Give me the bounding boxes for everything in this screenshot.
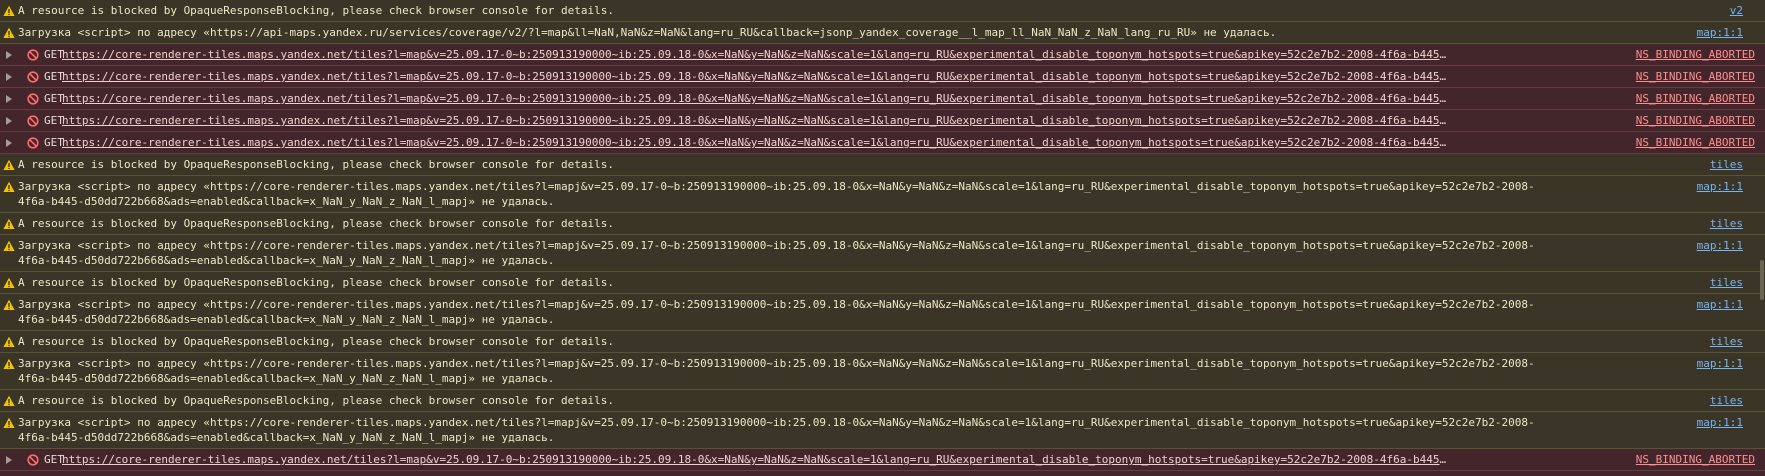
- blocked-icon: [27, 137, 39, 149]
- console-message-text: Загрузка <script> по адресу «https://cor…: [18, 416, 1535, 444]
- expand-arrow-icon[interactable]: [6, 456, 12, 464]
- request-status[interactable]: NS_BINDING_ABORTED: [1636, 69, 1755, 84]
- warning-icon: [3, 5, 15, 16]
- console-message-source-link[interactable]: map:1:1: [1697, 356, 1743, 371]
- warning-icon: [3, 395, 15, 406]
- request-method: GET: [44, 136, 64, 149]
- expand-arrow-icon[interactable]: [6, 73, 12, 81]
- console-message-text: Загрузка <script> по адресу «https://cor…: [18, 298, 1535, 326]
- console-warning-row[interactable]: Загрузка <script> по адресу «https://api…: [0, 22, 1765, 44]
- console-message-text: A resource is blocked by OpaqueResponseB…: [18, 276, 615, 289]
- blocked-icon: [27, 93, 39, 105]
- console-warning-row[interactable]: Загрузка <script> по адресу «https://cor…: [0, 412, 1765, 449]
- console-message-source-link[interactable]: tiles: [1710, 275, 1743, 290]
- request-status[interactable]: NS_BINDING_ABORTED: [1636, 91, 1755, 106]
- warning-icon: [3, 299, 15, 310]
- console-message-source-link[interactable]: tiles: [1710, 157, 1743, 172]
- console-message-source-link[interactable]: tiles: [1710, 216, 1743, 231]
- warning-icon: [3, 240, 15, 251]
- console-message-source-link[interactable]: map:1:1: [1697, 297, 1743, 312]
- console-message-source-link[interactable]: tiles: [1710, 334, 1743, 349]
- console-warning-row[interactable]: A resource is blocked by OpaqueResponseB…: [0, 390, 1765, 412]
- console-message-text: Загрузка <script> по адресу «https://cor…: [18, 357, 1535, 385]
- request-status[interactable]: NS_BINDING_ABORTED: [1636, 452, 1755, 467]
- console-message-source-link[interactable]: map:1:1: [1697, 238, 1743, 253]
- request-url-link[interactable]: https://core-renderer-tiles.maps.yandex.…: [62, 135, 1452, 150]
- request-method: GET: [44, 70, 64, 83]
- blocked-icon: [27, 454, 39, 466]
- console-message-text: A resource is blocked by OpaqueResponseB…: [18, 158, 615, 171]
- console-message-text: Загрузка <script> по адресу «https://cor…: [18, 239, 1535, 267]
- request-method: GET: [44, 453, 64, 466]
- console-warning-row[interactable]: Загрузка <script> по адресу «https://cor…: [0, 235, 1765, 272]
- warning-icon: [3, 336, 15, 347]
- console-message-text: A resource is blocked by OpaqueResponseB…: [18, 4, 615, 17]
- expand-arrow-icon[interactable]: [6, 139, 12, 147]
- console-scrollbar[interactable]: [1759, 0, 1765, 476]
- request-method: GET: [44, 114, 64, 127]
- console-warning-row[interactable]: A resource is blocked by OpaqueResponseB…: [0, 272, 1765, 294]
- console-warning-row[interactable]: A resource is blocked by OpaqueResponseB…: [0, 154, 1765, 176]
- request-status[interactable]: NS_BINDING_ABORTED: [1636, 135, 1755, 150]
- warning-icon: [3, 277, 15, 288]
- warning-icon: [3, 181, 15, 192]
- warning-icon: [3, 27, 15, 38]
- request-url-link[interactable]: https://core-renderer-tiles.maps.yandex.…: [62, 91, 1452, 106]
- warning-icon: [3, 218, 15, 229]
- console-message-list: A resource is blocked by OpaqueResponseB…: [0, 0, 1765, 476]
- console-network-row[interactable]: GEThttps://core-renderer-tiles.maps.yand…: [0, 110, 1765, 132]
- blocked-icon: [27, 71, 39, 83]
- console-network-row[interactable]: GEThttps://core-renderer-tiles.maps.yand…: [0, 449, 1765, 471]
- console-warning-row[interactable]: A resource is blocked by OpaqueResponseB…: [0, 213, 1765, 235]
- console-warning-row[interactable]: A resource is blocked by OpaqueResponseB…: [0, 331, 1765, 353]
- console-network-row[interactable]: GEThttps://core-renderer-tiles.maps.yand…: [0, 44, 1765, 66]
- request-status[interactable]: NS_BINDING_ABORTED: [1636, 113, 1755, 128]
- console-warning-row[interactable]: Загрузка <script> по адресу «https://cor…: [0, 294, 1765, 331]
- expand-arrow-icon[interactable]: [6, 95, 12, 103]
- console-message-source-link[interactable]: tiles: [1710, 393, 1743, 408]
- console-network-row[interactable]: GEThttps://core-renderer-tiles.maps.yand…: [0, 66, 1765, 88]
- console-message-text: Загрузка <script> по адресу «https://cor…: [18, 180, 1535, 208]
- console-message-source-link[interactable]: map:1:1: [1697, 25, 1743, 40]
- blocked-icon: [27, 49, 39, 61]
- expand-arrow-icon[interactable]: [6, 117, 12, 125]
- expand-arrow-icon[interactable]: [6, 51, 12, 59]
- warning-icon: [3, 358, 15, 369]
- console-network-row[interactable]: GEThttps://core-renderer-tiles.maps.yand…: [0, 471, 1765, 476]
- blocked-icon: [27, 115, 39, 127]
- console-message-text: A resource is blocked by OpaqueResponseB…: [18, 335, 615, 348]
- console-message-text: Загрузка <script> по адресу «https://api…: [18, 26, 1277, 39]
- console-message-text: A resource is blocked by OpaqueResponseB…: [18, 394, 615, 407]
- browser-console-output[interactable]: A resource is blocked by OpaqueResponseB…: [0, 0, 1765, 476]
- console-warning-row[interactable]: A resource is blocked by OpaqueResponseB…: [0, 0, 1765, 22]
- request-method: GET: [44, 92, 64, 105]
- console-network-row[interactable]: GEThttps://core-renderer-tiles.maps.yand…: [0, 132, 1765, 154]
- warning-icon: [3, 417, 15, 428]
- console-network-row[interactable]: GEThttps://core-renderer-tiles.maps.yand…: [0, 88, 1765, 110]
- request-url-link[interactable]: https://core-renderer-tiles.maps.yandex.…: [62, 47, 1452, 62]
- console-message-source-link[interactable]: map:1:1: [1697, 179, 1743, 194]
- console-message-source-link[interactable]: map:1:1: [1697, 415, 1743, 430]
- console-warning-row[interactable]: Загрузка <script> по адресу «https://cor…: [0, 353, 1765, 390]
- console-message-source-link[interactable]: v2: [1730, 3, 1743, 18]
- console-message-text: A resource is blocked by OpaqueResponseB…: [18, 217, 615, 230]
- request-url-link[interactable]: https://core-renderer-tiles.maps.yandex.…: [62, 69, 1452, 84]
- request-method: GET: [44, 48, 64, 61]
- console-warning-row[interactable]: Загрузка <script> по адресу «https://cor…: [0, 176, 1765, 213]
- warning-icon: [3, 159, 15, 170]
- request-status[interactable]: NS_BINDING_ABORTED: [1636, 47, 1755, 62]
- console-scrollbar-thumb[interactable]: [1760, 260, 1764, 300]
- request-url-link[interactable]: https://core-renderer-tiles.maps.yandex.…: [62, 113, 1452, 128]
- request-url-link[interactable]: https://core-renderer-tiles.maps.yandex.…: [62, 452, 1452, 467]
